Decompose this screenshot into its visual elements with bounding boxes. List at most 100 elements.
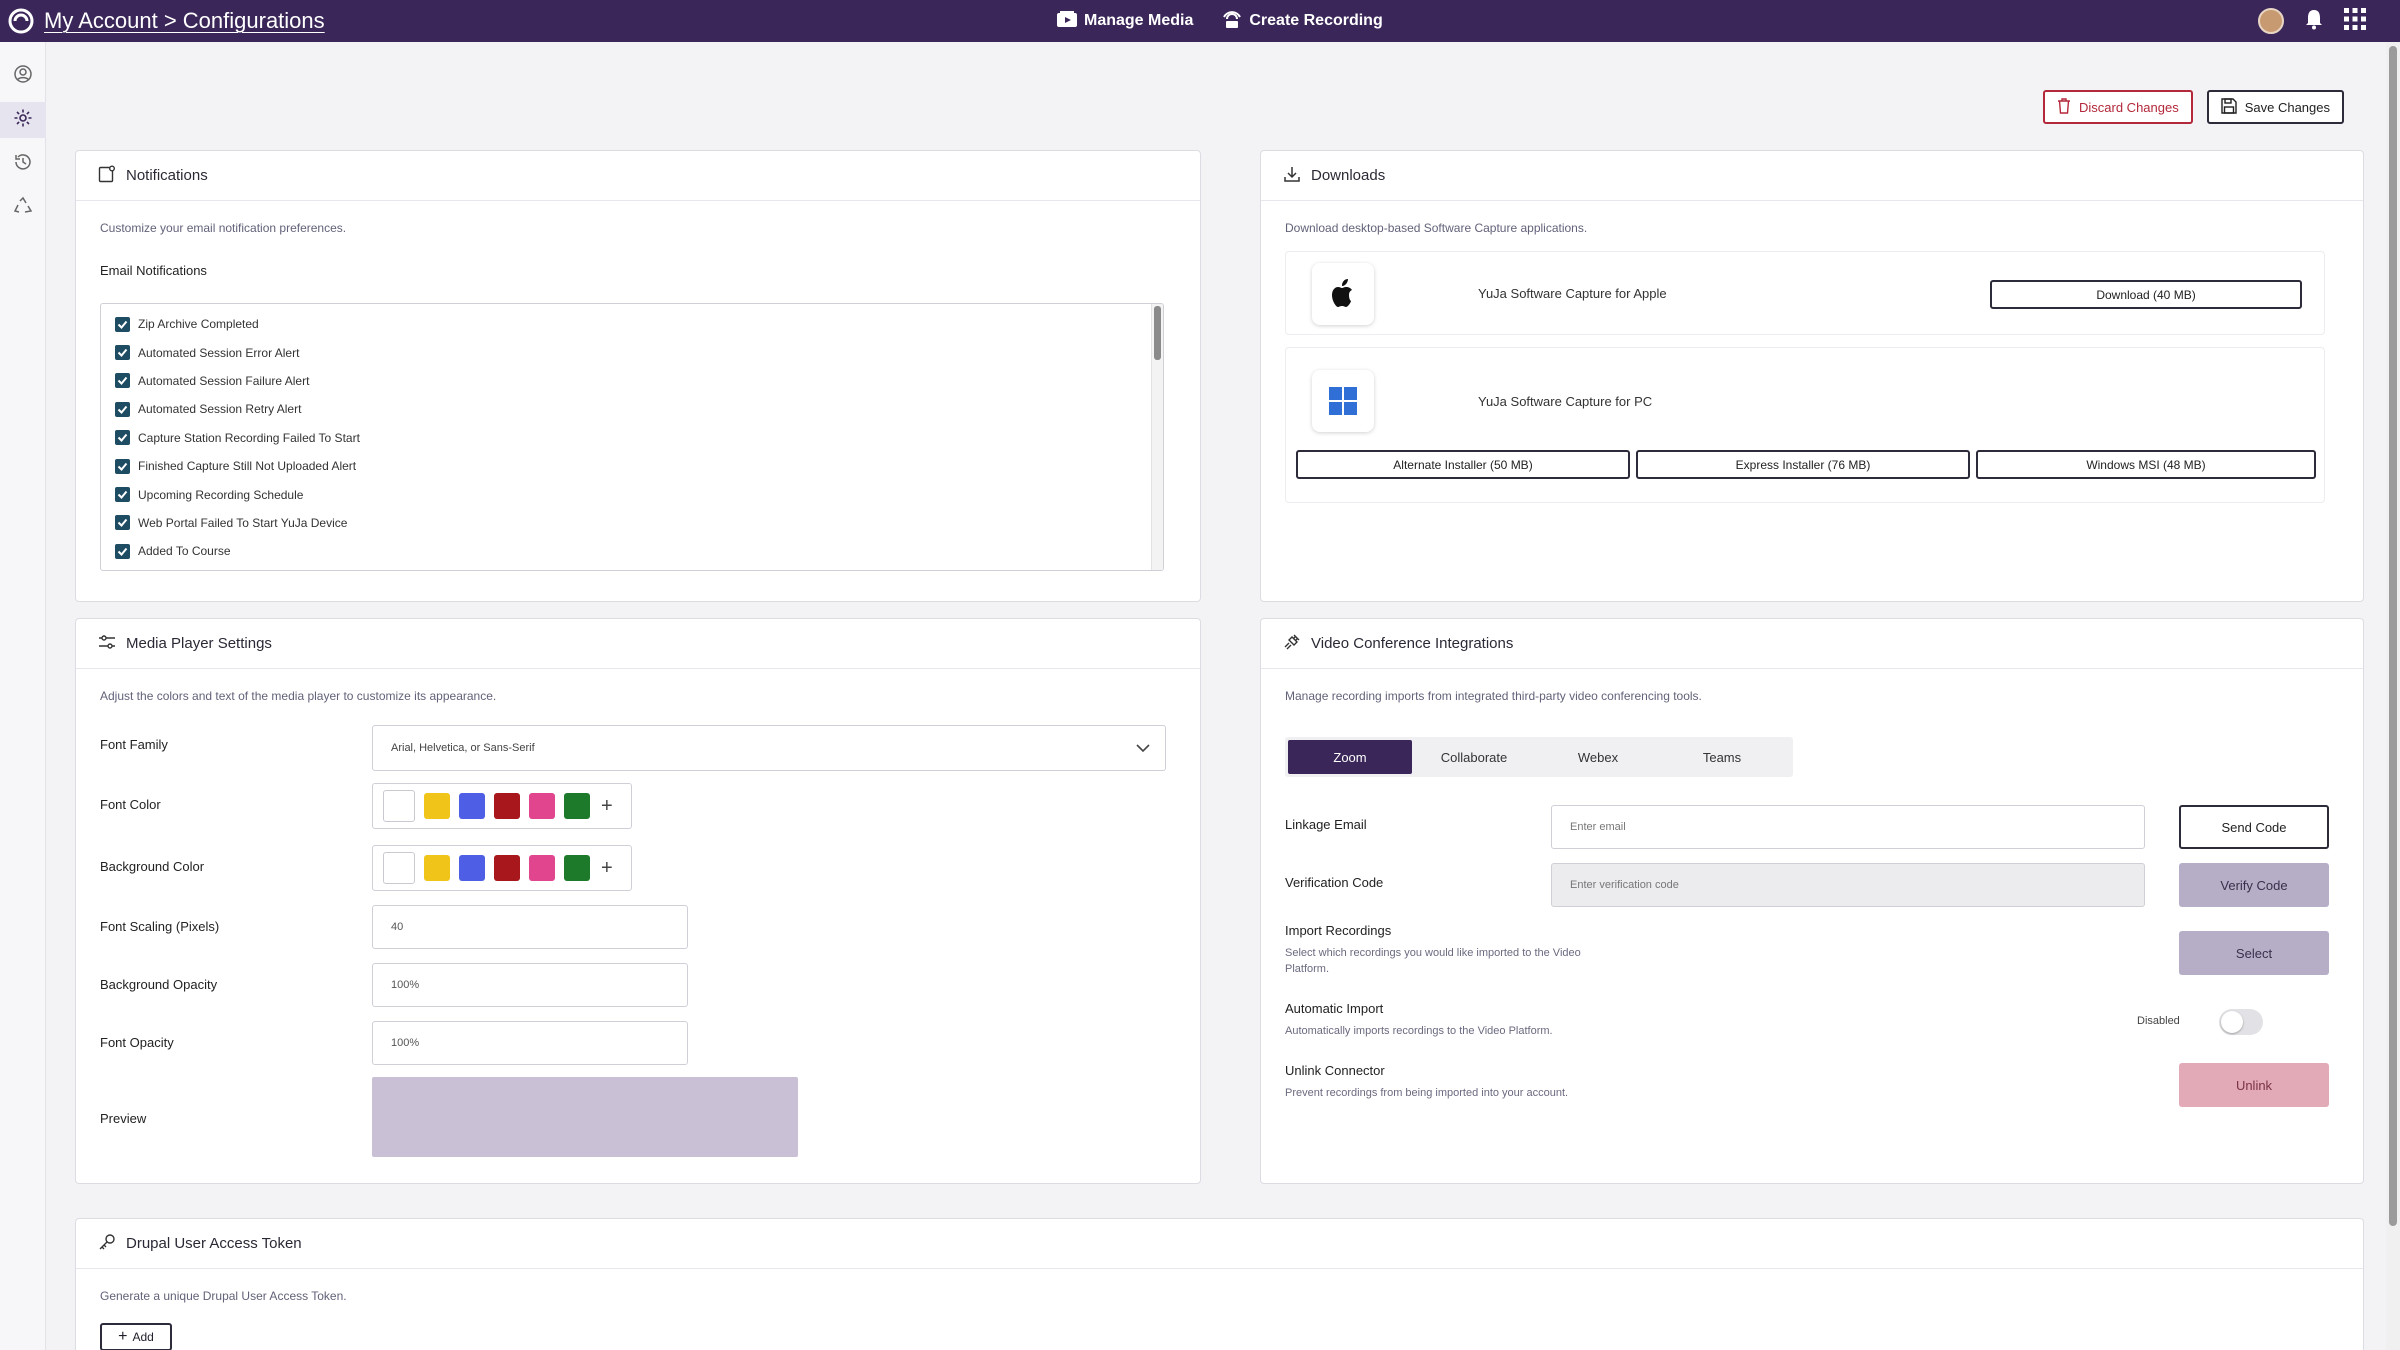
font-color-swatch[interactable] [529, 793, 555, 819]
notification-item-label: Capture Station Recording Failed To Star… [138, 430, 360, 445]
notification-item-label: Zip Archive Completed [138, 317, 259, 332]
background-color-swatch[interactable] [564, 855, 590, 881]
notification-item[interactable]: Added To Course [101, 537, 1163, 565]
save-changes-button[interactable]: Save Changes [2206, 90, 2344, 124]
configurations-nav[interactable] [0, 102, 46, 138]
font-family-select[interactable]: Arial, Helvetica, or Sans-Serif [372, 725, 1166, 771]
font-family-value: Arial, Helvetica, or Sans-Serif [391, 742, 535, 754]
add-token-label: Add [132, 1330, 154, 1344]
notification-item[interactable]: Automated Session Error Alert [101, 338, 1163, 366]
send-code-button[interactable]: Send Code [2179, 805, 2329, 849]
broadcast-icon [1221, 9, 1243, 34]
discard-changes-button[interactable]: Discard Changes [2043, 90, 2193, 124]
font-color-swatch[interactable] [494, 793, 520, 819]
background-color-swatch[interactable] [459, 855, 485, 881]
notification-item[interactable]: Zip Archive Completed [101, 310, 1163, 338]
downloads-description: Download desktop-based Software Capture … [1285, 221, 1588, 235]
background-color-swatch[interactable] [383, 852, 415, 884]
profile-nav[interactable] [0, 58, 46, 94]
font-color-swatch[interactable] [383, 790, 415, 822]
checkbox-checked-icon[interactable] [115, 458, 130, 474]
select-recordings-button[interactable]: Select [2179, 931, 2329, 975]
notification-item[interactable]: Upcoming Recording Schedule [101, 480, 1163, 508]
checkbox-checked-icon[interactable] [115, 373, 130, 389]
automatic-import-toggle[interactable] [2219, 1009, 2263, 1035]
page-scrollbar-thumb[interactable] [2389, 46, 2397, 1226]
breadcrumb[interactable]: My Account > Configurations [44, 8, 325, 34]
font-color-swatch[interactable] [459, 793, 485, 819]
checkbox-checked-icon[interactable] [115, 487, 130, 503]
add-color-icon[interactable]: + [601, 857, 613, 880]
chevron-down-icon [1135, 740, 1151, 759]
font-scaling-label: Font Scaling (Pixels) [100, 919, 220, 934]
download-apple-button[interactable]: Download (40 MB) [1990, 280, 2302, 309]
font-scaling-input[interactable]: 40 [372, 905, 688, 949]
tab-webex[interactable]: Webex [1536, 740, 1660, 774]
media-icon [1056, 10, 1078, 33]
font-family-label: Font Family [100, 737, 168, 752]
tab-zoom[interactable]: Zoom [1288, 740, 1412, 774]
notification-item[interactable]: Capture Station Recording Failed To Star… [101, 424, 1163, 452]
manage-media-button[interactable]: Manage Media [1056, 10, 1193, 33]
checkbox-checked-icon[interactable] [115, 345, 130, 361]
unlink-button[interactable]: Unlink [2179, 1063, 2329, 1107]
background-color-swatch[interactable] [529, 855, 555, 881]
apple-logo-icon [1312, 263, 1374, 325]
notifications-header: Notifications [76, 151, 1200, 201]
media-player-title: Media Player Settings [126, 635, 272, 652]
notification-item[interactable]: Finished Capture Still Not Uploaded Aler… [101, 452, 1163, 480]
notification-item[interactable]: Automated Session Retry Alert [101, 395, 1163, 423]
notification-item-label: Automated Session Failure Alert [138, 373, 310, 388]
checkbox-checked-icon[interactable] [115, 430, 130, 446]
background-color-swatch[interactable] [424, 855, 450, 881]
drupal-token-title: Drupal User Access Token [126, 1235, 302, 1252]
list-scrollbar[interactable] [1151, 304, 1163, 570]
drupal-token-header: Drupal User Access Token [76, 1219, 2363, 1269]
drupal-token-card: Drupal User Access Token Generate a uniq… [75, 1218, 2364, 1350]
background-color-swatch[interactable] [494, 855, 520, 881]
bell-icon[interactable] [2304, 8, 2324, 35]
history-nav[interactable] [0, 146, 46, 182]
tab-teams[interactable]: Teams [1660, 740, 1784, 774]
checkbox-checked-icon[interactable] [115, 316, 130, 332]
background-opacity-input[interactable]: 100% [372, 963, 688, 1007]
apps-grid-icon[interactable] [2344, 7, 2366, 35]
checkbox-checked-icon[interactable] [115, 515, 130, 531]
page-scrollbar[interactable] [2386, 42, 2400, 1350]
email-notifications-label: Email Notifications [100, 263, 207, 278]
windows-msi-button[interactable]: Windows MSI (48 MB) [1976, 450, 2316, 479]
downloads-title: Downloads [1311, 167, 1386, 184]
notification-item-label: Added To Course [138, 544, 231, 559]
checkbox-checked-icon[interactable] [115, 401, 130, 417]
express-installer-button[interactable]: Express Installer (76 MB) [1636, 450, 1970, 479]
list-scrollbar-thumb[interactable] [1154, 306, 1161, 360]
font-color-swatch[interactable] [564, 793, 590, 819]
create-recording-button[interactable]: Create Recording [1221, 9, 1383, 34]
email-notifications-list[interactable]: Zip Archive Completed Automated Session E… [100, 303, 1164, 571]
verification-code-input[interactable]: Enter verification code [1551, 863, 2145, 907]
linkage-email-label: Linkage Email [1285, 817, 1367, 832]
checkbox-checked-icon[interactable] [115, 543, 130, 559]
create-recording-label: Create Recording [1249, 12, 1383, 29]
downloads-card: Downloads Download desktop-based Softwar… [1260, 150, 2364, 602]
top-bar: My Account > Configurations Manage Media… [0, 0, 2400, 42]
font-opacity-input[interactable]: 100% [372, 1021, 688, 1065]
drupal-token-description: Generate a unique Drupal User Access Tok… [100, 1289, 347, 1303]
apple-download-box: YuJa Software Capture for Apple Download… [1285, 251, 2325, 335]
yuja-logo-icon[interactable] [6, 6, 36, 36]
conference-tabs: Zoom Collaborate Webex Teams [1285, 737, 1793, 777]
linkage-email-input[interactable]: Enter email [1551, 805, 2145, 849]
pc-app-name: YuJa Software Capture for PC [1478, 394, 1653, 409]
automatic-import-state: Disabled [2137, 1015, 2180, 1027]
font-color-swatch[interactable] [424, 793, 450, 819]
notification-item[interactable]: Automated Session Failure Alert [101, 367, 1163, 395]
verify-code-button[interactable]: Verify Code [2179, 863, 2329, 907]
tab-collaborate[interactable]: Collaborate [1412, 740, 1536, 774]
recycle-icon [13, 196, 33, 221]
user-avatar[interactable] [2258, 8, 2284, 34]
recycle-nav[interactable] [0, 190, 46, 226]
add-color-icon[interactable]: + [601, 795, 613, 818]
add-token-button[interactable]: + Add [100, 1323, 172, 1350]
alternate-installer-button[interactable]: Alternate Installer (50 MB) [1296, 450, 1630, 479]
notification-item[interactable]: Web Portal Failed To Start YuJa Device [101, 509, 1163, 537]
